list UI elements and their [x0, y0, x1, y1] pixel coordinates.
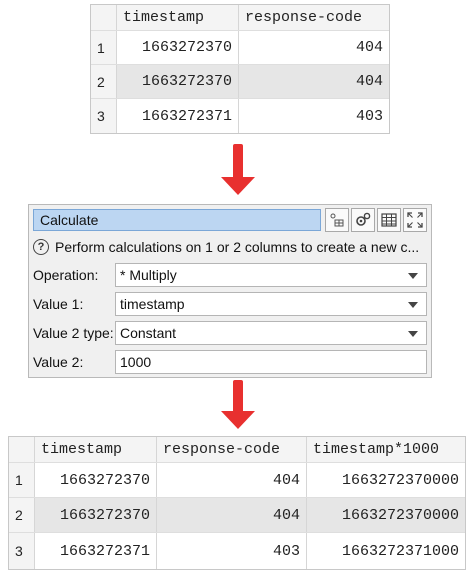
- row-number: 1: [9, 463, 35, 497]
- value2-input[interactable]: 1000: [115, 350, 427, 374]
- column-header-timestamp-1000[interactable]: timestamp*1000: [307, 437, 465, 462]
- cell-timestamp-1000[interactable]: 1663272370000: [307, 463, 465, 497]
- cell-response-code[interactable]: 404: [157, 463, 307, 497]
- row-number: 2: [9, 498, 35, 532]
- value1-label: Value 1:: [33, 296, 84, 312]
- column-header-timestamp[interactable]: timestamp: [35, 437, 157, 462]
- question-icon[interactable]: ?: [33, 239, 49, 255]
- table-row: 3 1663272371 403: [91, 99, 389, 133]
- down-arrow-icon: [221, 380, 255, 430]
- cell-response-code[interactable]: 403: [157, 533, 307, 569]
- input-table: timestamp response-code 1 1663272370 404…: [90, 4, 390, 134]
- table-row: 1 1663272370 404: [91, 31, 389, 65]
- chevron-down-icon: [408, 273, 418, 279]
- value2-value: 1000: [120, 354, 152, 370]
- table-header: timestamp response-code timestamp*1000: [9, 437, 465, 463]
- description: ? Perform calculations on 1 or 2 columns…: [33, 237, 427, 257]
- column-header-response-code[interactable]: response-code: [157, 437, 307, 462]
- operation-label: Operation:: [33, 267, 99, 283]
- operation-dropdown[interactable]: * Multiply: [115, 263, 427, 287]
- panel-title[interactable]: Calculate: [33, 209, 321, 231]
- calculate-panel: Calculate ? Perform calculations on 1 or…: [28, 204, 432, 378]
- cell-timestamp-1000[interactable]: 1663272371000: [307, 533, 465, 569]
- output-table: timestamp response-code timestamp*1000 1…: [8, 436, 466, 570]
- cell-timestamp-1000[interactable]: 1663272370000: [307, 498, 465, 532]
- table-row: 2 1663272370 404: [91, 65, 389, 99]
- table-row: 2 1663272370 404 1663272370000: [9, 498, 465, 533]
- cell-timestamp[interactable]: 1663272370: [35, 498, 157, 532]
- maximize-icon[interactable]: [403, 208, 427, 232]
- column-pick-icon[interactable]: [325, 208, 349, 232]
- value1-dropdown[interactable]: timestamp: [115, 292, 427, 316]
- cell-timestamp[interactable]: 1663272371: [117, 99, 239, 133]
- row-number-header: [91, 5, 117, 30]
- row-number: 2: [91, 65, 117, 98]
- cell-response-code[interactable]: 404: [157, 498, 307, 532]
- cell-response-code[interactable]: 403: [239, 99, 389, 133]
- value2-type-value: Constant: [120, 325, 177, 341]
- value2-label: Value 2:: [33, 354, 84, 370]
- column-header-response-code[interactable]: response-code: [239, 5, 389, 30]
- cell-response-code[interactable]: 404: [239, 65, 389, 98]
- row-number: 1: [91, 31, 117, 64]
- settings-icon[interactable]: [351, 208, 375, 232]
- value1-value: timestamp: [120, 296, 185, 312]
- down-arrow-icon: [221, 144, 255, 196]
- cell-timestamp[interactable]: 1663272370: [35, 463, 157, 497]
- table-row: 3 1663272371 403 1663272371000: [9, 533, 465, 569]
- cell-timestamp[interactable]: 1663272371: [35, 533, 157, 569]
- cell-timestamp[interactable]: 1663272370: [117, 31, 239, 64]
- row-number: 3: [91, 99, 117, 133]
- value2-type-label: Value 2 type:: [33, 325, 114, 341]
- column-header-timestamp[interactable]: timestamp: [117, 5, 239, 30]
- chevron-down-icon: [408, 331, 418, 337]
- value2-type-dropdown[interactable]: Constant: [115, 321, 427, 345]
- description-text: Perform calculations on 1 or 2 columns t…: [55, 239, 420, 255]
- table-icon[interactable]: [377, 208, 401, 232]
- table-header: timestamp response-code: [91, 5, 389, 31]
- operation-value: * Multiply: [120, 267, 177, 283]
- table-row: 1 1663272370 404 1663272370000: [9, 463, 465, 498]
- chevron-down-icon: [408, 302, 418, 308]
- row-number-header: [9, 437, 35, 462]
- cell-response-code[interactable]: 404: [239, 31, 389, 64]
- cell-timestamp[interactable]: 1663272370: [117, 65, 239, 98]
- row-number: 3: [9, 533, 35, 569]
